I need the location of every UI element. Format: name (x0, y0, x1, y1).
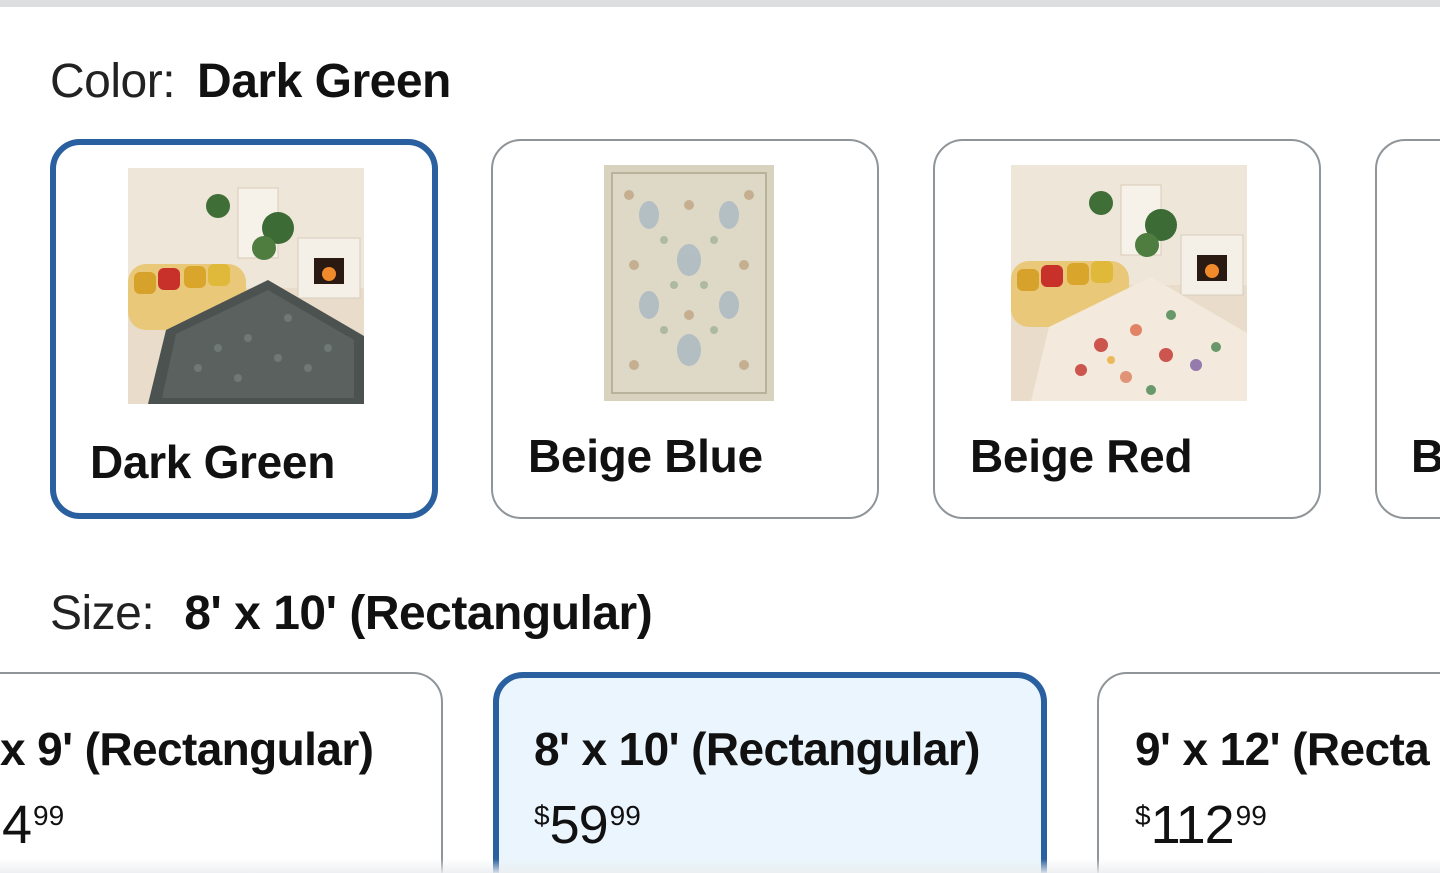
size-tile-label: 9' x 12' (Recta (1135, 723, 1430, 775)
size-label: Size: (50, 587, 155, 640)
beige-red-rug-image (1011, 165, 1247, 401)
size-tile-9x12[interactable]: 9' x 12' (Recta $11299 (1097, 672, 1440, 873)
size-tile-price: 499 (2, 795, 65, 855)
color-swatch-beige-red[interactable]: Beige Red (933, 139, 1321, 519)
color-swatch-beige-blue[interactable]: Beige Blue (491, 139, 879, 519)
top-divider (0, 0, 1440, 7)
swatch-label: Beige Blue (528, 430, 763, 482)
size-selected-value: 8' x 10' (Rectangular) (184, 587, 653, 640)
color-selected-value: Dark Green (197, 55, 451, 108)
size-tile-partial-left[interactable]: x 9' (Rectangular) 499 (0, 672, 443, 873)
swatch-label: Beige Red (970, 430, 1193, 482)
product-options-panel: Color: Dark Green Dark Green Beige Blue … (0, 0, 1440, 873)
swatch-label: B (1411, 429, 1440, 483)
color-label: Color: (50, 55, 176, 108)
color-swatch-partial[interactable]: B (1375, 139, 1440, 519)
size-option-heading: Size: 8' x 10' (Rectangular) (50, 587, 653, 640)
size-tile-label: 8' x 10' (Rectangular) (534, 723, 980, 775)
dark-green-rug-image (128, 168, 364, 404)
size-tile-price: $5999 (534, 795, 641, 855)
swatch-label: Dark Green (90, 436, 336, 488)
beige-blue-rug-image (604, 165, 774, 401)
size-tile-label: x 9' (Rectangular) (0, 723, 374, 775)
color-option-heading: Color: Dark Green (50, 58, 451, 106)
color-swatch-dark-green[interactable]: Dark Green (50, 139, 438, 519)
size-tile-price: $11299 (1135, 795, 1267, 855)
size-tile-8x10[interactable]: 8' x 10' (Rectangular) $5999 (493, 672, 1047, 873)
